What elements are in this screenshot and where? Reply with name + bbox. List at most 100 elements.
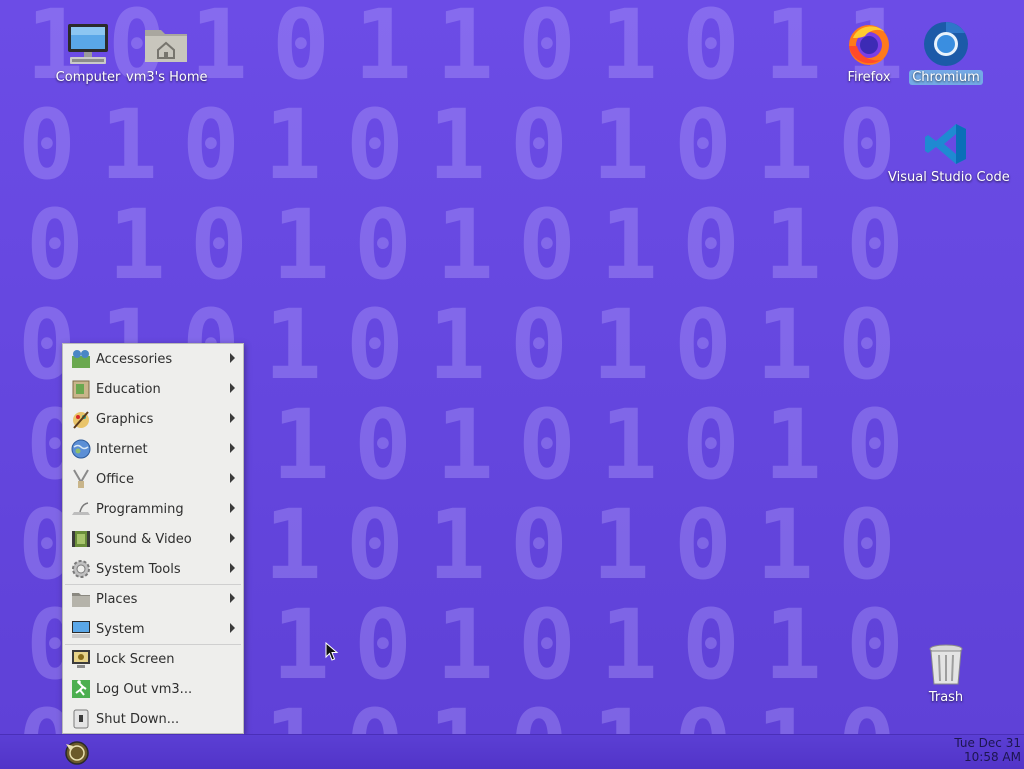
- vscode-icon: [925, 124, 966, 164]
- menu-item-log-out[interactable]: Log Out vm3...: [63, 674, 243, 704]
- wallpaper-digit: 1: [592, 689, 650, 734]
- main-menu-button[interactable]: [60, 738, 90, 766]
- chromium-icon: [924, 22, 968, 66]
- wallpaper-digit: 0: [682, 189, 740, 301]
- menu-item-shut-down[interactable]: Shut Down...: [63, 704, 243, 734]
- menu-item-system[interactable]: System: [63, 614, 243, 644]
- lock-screen-icon: [72, 650, 90, 668]
- wallpaper-digit: 1: [264, 689, 322, 734]
- wallpaper-digit: 1: [108, 189, 166, 301]
- menu-item-accessories[interactable]: Accessories: [63, 344, 243, 374]
- menu-item-lock-screen[interactable]: Lock Screen: [63, 644, 243, 674]
- wallpaper-digit: 0: [346, 89, 404, 201]
- submenu-arrow-icon: [230, 413, 235, 423]
- wallpaper-digit: 1: [756, 89, 814, 201]
- wallpaper-digit: 1: [272, 389, 330, 501]
- wallpaper-digit: 0: [182, 89, 240, 201]
- menu-item-label: Sound & Video: [96, 531, 192, 547]
- vscode-desktop-icon[interactable]: Visual Studio Code: [885, 120, 1010, 185]
- graphics-icon: [73, 411, 89, 429]
- menu-item-label: Education: [96, 381, 161, 397]
- computer-icon: [68, 24, 108, 64]
- wallpaper-digit: 0: [190, 189, 248, 301]
- wallpaper-digit: 0: [674, 289, 732, 401]
- menu-item-internet[interactable]: Internet: [63, 434, 243, 464]
- wallpaper-digit: 1: [600, 389, 658, 501]
- wallpaper-digit: 0: [346, 489, 404, 601]
- menu-item-label: Office: [96, 471, 134, 487]
- computer-label: Computer: [55, 70, 121, 85]
- firefox-label: Firefox: [847, 70, 891, 85]
- wallpaper-digit: 1: [428, 89, 486, 201]
- chromium-label: Chromium: [909, 70, 983, 85]
- wallpaper-digit: 0: [518, 389, 576, 501]
- menu-item-system-tools[interactable]: System Tools: [63, 554, 243, 584]
- desktop[interactable]: 1010110101101010101010010101010100101010…: [0, 0, 1024, 734]
- home-label: vm3's Home: [126, 70, 208, 85]
- wallpaper-digit: 1: [436, 189, 494, 301]
- wallpaper-digit: 0: [682, 0, 740, 101]
- submenu-arrow-icon: [230, 473, 235, 483]
- wallpaper-digit: 1: [592, 289, 650, 401]
- wallpaper-digit: 1: [100, 89, 158, 201]
- wallpaper-digit: 0: [518, 0, 576, 101]
- trash-desktop-icon[interactable]: Trash: [903, 640, 989, 705]
- wallpaper-digit: 0: [354, 389, 412, 501]
- wallpaper-digit: 1: [600, 589, 658, 701]
- panel-clock[interactable]: Tue Dec 31 10:58 AM: [941, 736, 1021, 764]
- wallpaper-digit: 1: [436, 0, 494, 101]
- menu-item-programming[interactable]: Programming: [63, 494, 243, 524]
- submenu-arrow-icon: [230, 623, 235, 633]
- wallpaper-digit: 1: [764, 189, 822, 301]
- computer-desktop-icon[interactable]: Computer: [45, 20, 131, 85]
- submenu-arrow-icon: [230, 443, 235, 453]
- home-desktop-icon[interactable]: vm3's Home: [123, 20, 209, 85]
- wallpaper-digit: 0: [510, 489, 568, 601]
- menu-item-label: Programming: [96, 501, 184, 517]
- menu-item-education[interactable]: Education: [63, 374, 243, 404]
- menu-item-label: Shut Down...: [96, 711, 180, 727]
- office-icon: [73, 469, 89, 488]
- wallpaper-digit: 0: [846, 189, 904, 301]
- wallpaper-digit: 0: [838, 489, 896, 601]
- bottom-panel: Tue Dec 31 10:58 AM: [0, 734, 1024, 769]
- wallpaper-digit: 1: [436, 589, 494, 701]
- wallpaper-digit: 1: [764, 589, 822, 701]
- internet-icon: [71, 439, 91, 459]
- wallpaper-digit: 0: [838, 289, 896, 401]
- shutdown-icon: [73, 709, 89, 729]
- vscode-label: Visual Studio Code: [888, 170, 1010, 185]
- wallpaper-digit: 0: [26, 189, 84, 301]
- log-out-icon: [72, 680, 90, 698]
- menu-item-sound-video[interactable]: Sound & Video: [63, 524, 243, 554]
- wallpaper-digit: 0: [272, 0, 330, 101]
- wallpaper-digit: 1: [756, 689, 814, 734]
- menu-item-graphics[interactable]: Graphics: [63, 404, 243, 434]
- wallpaper-digit: 0: [846, 389, 904, 501]
- wallpaper-digit: 0: [346, 289, 404, 401]
- wallpaper-digit: 1: [764, 389, 822, 501]
- menu-item-label: Graphics: [96, 411, 154, 427]
- wallpaper-digit: 1: [264, 89, 322, 201]
- system-icon: [72, 621, 90, 638]
- system-tools-icon: [72, 560, 90, 578]
- mouse-pointer-icon: [325, 642, 339, 661]
- wallpaper-digit: 0: [682, 589, 740, 701]
- wallpaper-digit: 0: [838, 689, 896, 734]
- menu-item-label: System Tools: [96, 561, 181, 577]
- programming-icon: [72, 502, 90, 515]
- wallpaper-digit: 0: [354, 189, 412, 301]
- wallpaper-digit: 1: [592, 489, 650, 601]
- wallpaper-digit: 1: [354, 0, 412, 101]
- wallpaper-digit: 1: [756, 289, 814, 401]
- firefox-desktop-icon[interactable]: Firefox: [826, 20, 912, 85]
- menu-item-office[interactable]: Office: [63, 464, 243, 494]
- chromium-desktop-icon[interactable]: Chromium: [903, 20, 989, 85]
- firefox-icon: [849, 25, 889, 65]
- application-menu: Accessories Education Graphics Internet: [62, 343, 244, 734]
- menu-item-places[interactable]: Places: [63, 584, 243, 614]
- menu-item-label: Places: [96, 591, 138, 607]
- clock-date: Tue Dec 31: [954, 736, 1021, 750]
- menu-item-label: System: [96, 621, 145, 637]
- submenu-arrow-icon: [230, 353, 235, 363]
